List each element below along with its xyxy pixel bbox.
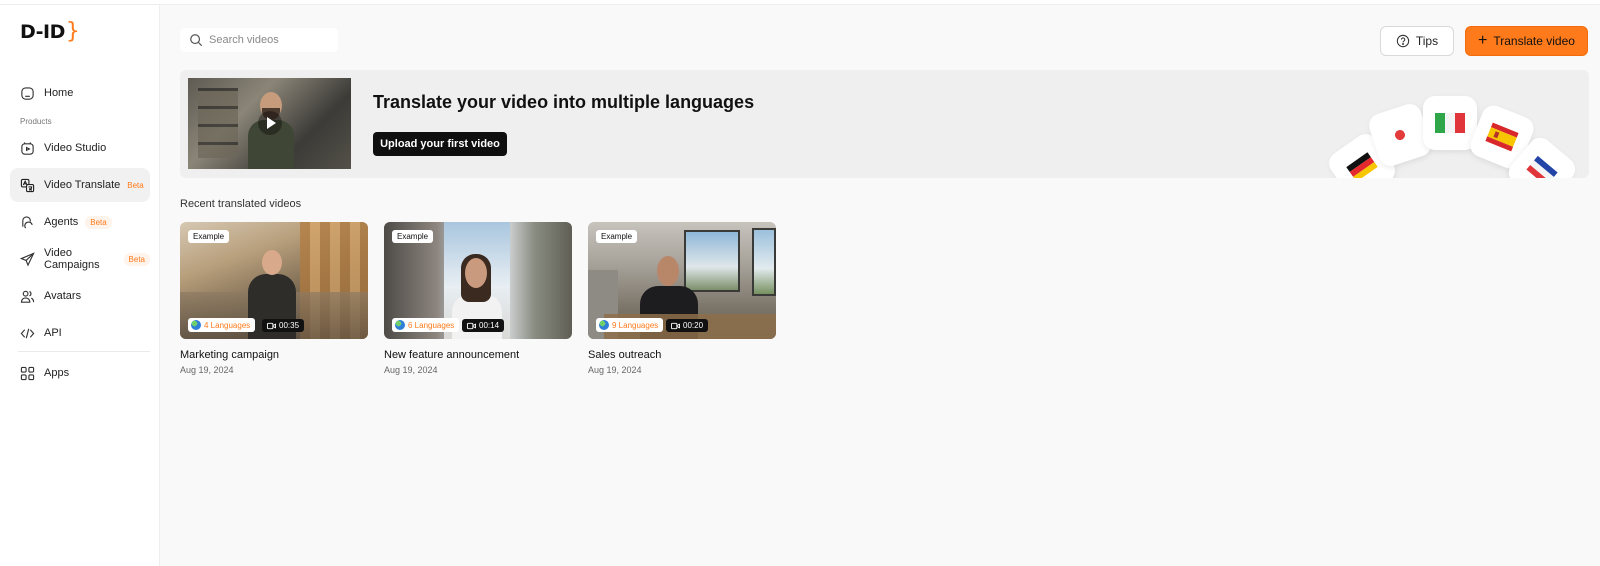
video-studio-icon — [20, 141, 35, 156]
sidebar-item-api[interactable]: API — [10, 316, 150, 350]
beta-badge: Beta — [123, 252, 150, 266]
sidebar-divider — [18, 351, 150, 352]
language-flags-decoration — [1324, 70, 1589, 178]
play-icon[interactable] — [258, 111, 282, 135]
video-title[interactable]: Marketing campaign — [180, 349, 368, 361]
d-id-logo[interactable]: D-ID} — [20, 21, 80, 44]
agents-icon — [20, 215, 35, 230]
search-icon — [190, 34, 203, 47]
code-icon — [20, 326, 35, 341]
sidebar-item-label: Home — [44, 87, 74, 99]
video-date: Aug 19, 2024 — [180, 365, 234, 375]
sidebar: D-ID} Home Products Video Studio Video T… — [0, 5, 160, 566]
video-camera-icon — [671, 322, 680, 329]
apps-grid-icon — [20, 366, 35, 381]
languages-badge: 9 Languages — [596, 318, 664, 332]
video-date: Aug 19, 2024 — [588, 365, 642, 375]
video-thumbnail[interactable]: Example 6 Languages 00:14 — [384, 222, 572, 339]
translate-icon — [20, 178, 35, 193]
beta-badge: Beta — [85, 215, 112, 229]
top-border — [0, 0, 1600, 5]
video-card[interactable]: Example 9 Languages 00:20 Sales outreach… — [588, 222, 776, 375]
video-camera-icon — [467, 322, 476, 329]
duration-badge: 00:14 — [462, 319, 505, 332]
beta-badge: Beta — [127, 180, 144, 190]
home-icon — [20, 86, 35, 101]
sidebar-item-label: Video Studio — [44, 142, 107, 154]
translate-video-button[interactable]: + Translate video — [1465, 26, 1588, 56]
question-circle-icon — [1396, 34, 1410, 48]
sidebar-item-label: Agents — [44, 216, 79, 228]
sidebar-item-home[interactable]: Home — [10, 76, 150, 110]
video-thumbnail[interactable]: Example 4 Languages 00:35 — [180, 222, 368, 339]
paper-plane-icon — [20, 251, 35, 267]
video-title[interactable]: New feature announcement — [384, 349, 572, 361]
sidebar-item-label: Avatars — [44, 290, 82, 302]
banner-video-thumbnail[interactable] — [188, 78, 351, 169]
sidebar-item-label: API — [44, 327, 62, 339]
globe-icon — [599, 320, 609, 330]
italy-flag-icon — [1423, 96, 1477, 150]
sidebar-item-video-studio[interactable]: Video Studio — [10, 131, 150, 165]
sidebar-item-video-translate[interactable]: Video Translate Beta — [10, 168, 150, 202]
translate-banner: Translate your video into multiple langu… — [180, 70, 1589, 178]
thumbnail-background — [198, 88, 238, 158]
products-section-label: Products — [20, 117, 52, 126]
video-date: Aug 19, 2024 — [384, 365, 438, 375]
video-card[interactable]: Example 6 Languages 00:14 New feature an… — [384, 222, 572, 375]
example-tag: Example — [392, 230, 434, 243]
avatars-icon — [20, 289, 35, 304]
video-camera-icon — [267, 322, 276, 329]
sidebar-item-avatars[interactable]: Avatars — [10, 279, 150, 313]
search-bar[interactable] — [180, 28, 338, 52]
languages-badge: 4 Languages — [188, 318, 256, 332]
sidebar-item-label: Video Translate — [44, 179, 121, 191]
duration-badge: 00:35 — [262, 319, 305, 332]
recent-videos-heading: Recent translated videos — [180, 198, 302, 210]
tips-button[interactable]: Tips — [1380, 26, 1454, 56]
video-thumbnail[interactable]: Example 9 Languages 00:20 — [588, 222, 776, 339]
sidebar-item-agents[interactable]: Agents Beta — [10, 205, 150, 239]
search-input[interactable] — [209, 34, 329, 46]
sidebar-item-label: Video Campaigns — [44, 247, 100, 271]
globe-icon — [395, 320, 405, 330]
video-card[interactable]: Example 4 Languages 00:35 Marketing camp… — [180, 222, 368, 375]
languages-badge: 6 Languages — [392, 318, 460, 332]
globe-icon — [191, 320, 201, 330]
plus-icon: + — [1478, 32, 1488, 49]
duration-badge: 00:20 — [666, 319, 709, 332]
video-title[interactable]: Sales outreach — [588, 349, 776, 361]
sidebar-item-video-campaigns[interactable]: Video Campaigns Beta — [10, 242, 150, 276]
banner-title: Translate your video into multiple langu… — [373, 92, 755, 112]
upload-first-video-button[interactable]: Upload your first video — [373, 132, 507, 156]
sidebar-item-apps[interactable]: Apps — [10, 356, 150, 390]
sidebar-item-label: Apps — [44, 367, 70, 379]
example-tag: Example — [596, 230, 638, 243]
example-tag: Example — [188, 230, 230, 243]
